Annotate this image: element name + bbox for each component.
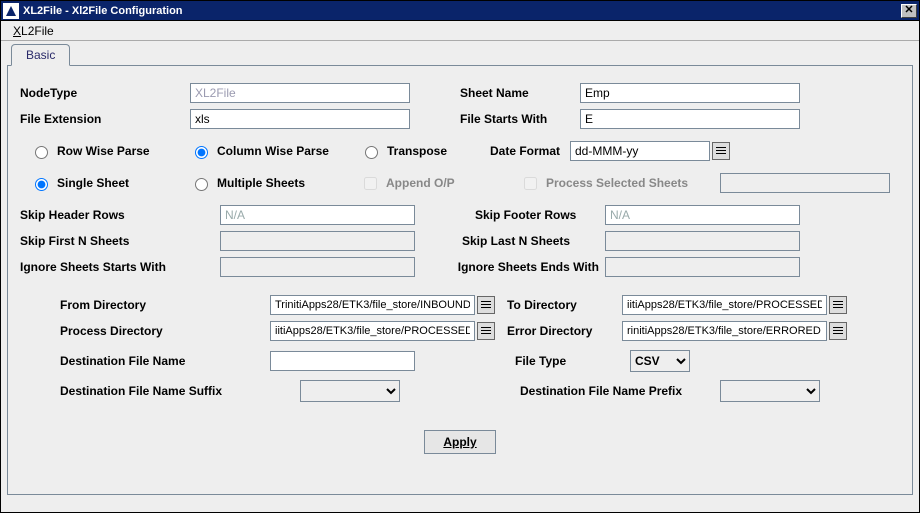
ignoreends-input: [605, 257, 800, 277]
app-icon: [3, 3, 19, 19]
label-filetype: File Type: [515, 354, 630, 368]
list-icon: [480, 325, 492, 337]
skipheader-input[interactable]: [220, 205, 415, 225]
radio-colwise[interactable]: Column Wise Parse: [190, 143, 360, 159]
label-ignoreends: Ignore Sheets Ends With: [425, 260, 605, 274]
label-skiplastn: Skip Last N Sheets: [462, 234, 605, 248]
window-title: XL2File - Xl2File Configuration: [23, 5, 901, 17]
label-destprefix: Destination File Name Prefix: [520, 384, 720, 398]
workarea: Basic NodeType Sheet Name File Extension…: [1, 41, 919, 512]
titlebar: XL2File - Xl2File Configuration ✕: [1, 1, 919, 21]
errordir-input[interactable]: [622, 321, 827, 341]
errordir-browse-button[interactable]: [829, 322, 847, 340]
checkbox-appendop: Append O/P: [360, 174, 500, 193]
close-button[interactable]: ✕: [901, 4, 917, 18]
filestartswith-input[interactable]: [580, 109, 800, 129]
tab-basic[interactable]: Basic: [11, 44, 70, 66]
menu-xl2file[interactable]: XL2File: [7, 22, 60, 40]
skipfirstn-input: [220, 231, 415, 251]
label-skipfooter: Skip Footer Rows: [475, 208, 605, 222]
list-icon: [480, 299, 492, 311]
label-sheetname: Sheet Name: [460, 86, 580, 100]
skipfooter-input[interactable]: [605, 205, 800, 225]
label-fileext: File Extension: [20, 112, 190, 126]
label-ignorestarts: Ignore Sheets Starts With: [20, 260, 220, 274]
fileext-input[interactable]: [190, 109, 410, 129]
ignorestarts-input: [220, 257, 415, 277]
radio-transpose[interactable]: Transpose: [360, 143, 490, 159]
destfilename-input[interactable]: [270, 351, 415, 371]
todir-browse-button[interactable]: [829, 296, 847, 314]
label-errordir: Error Directory: [507, 324, 622, 338]
radio-singlesheet[interactable]: Single Sheet: [30, 175, 190, 191]
label-nodetype: NodeType: [20, 86, 190, 100]
label-dateformat: Date Format: [490, 144, 570, 158]
list-icon: [832, 299, 844, 311]
close-icon: ✕: [904, 5, 913, 16]
basic-panel: NodeType Sheet Name File Extension File …: [7, 65, 913, 495]
destsuffix-select[interactable]: [300, 380, 400, 402]
checkbox-processselected: Process Selected Sheets: [520, 174, 720, 193]
tab-strip: Basic: [11, 43, 913, 65]
nodetype-input: [190, 83, 410, 103]
sheetname-input[interactable]: [580, 83, 800, 103]
label-processdir: Process Directory: [20, 324, 220, 338]
label-fromdir: From Directory: [20, 298, 220, 312]
fromdir-browse-button[interactable]: [477, 296, 495, 314]
label-todir: To Directory: [507, 298, 622, 312]
apply-button[interactable]: Apply: [424, 430, 495, 454]
menubar: XL2File: [1, 21, 919, 41]
list-icon: [832, 325, 844, 337]
dateformat-input[interactable]: [570, 141, 710, 161]
label-destfilename: Destination File Name: [20, 354, 220, 368]
label-skipfirstn: Skip First N Sheets: [20, 234, 220, 248]
label-skipheader: Skip Header Rows: [20, 208, 220, 222]
label-destsuffix: Destination File Name Suffix: [20, 384, 250, 398]
todir-input[interactable]: [622, 295, 827, 315]
radio-rowwise[interactable]: Row Wise Parse: [30, 143, 190, 159]
app-window: XL2File - Xl2File Configuration ✕ XL2Fil…: [0, 0, 920, 513]
label-filestartswith: File Starts With: [460, 112, 580, 126]
list-icon: [715, 145, 727, 157]
dateformat-picker-button[interactable]: [712, 142, 730, 160]
destprefix-select[interactable]: [720, 380, 820, 402]
filetype-select[interactable]: CSV: [630, 350, 690, 372]
radio-multisheets[interactable]: Multiple Sheets: [190, 175, 360, 191]
fromdir-input[interactable]: [270, 295, 475, 315]
processdir-input[interactable]: [270, 321, 475, 341]
skiplastn-input: [605, 231, 800, 251]
processselected-input: [720, 173, 890, 193]
processdir-browse-button[interactable]: [477, 322, 495, 340]
